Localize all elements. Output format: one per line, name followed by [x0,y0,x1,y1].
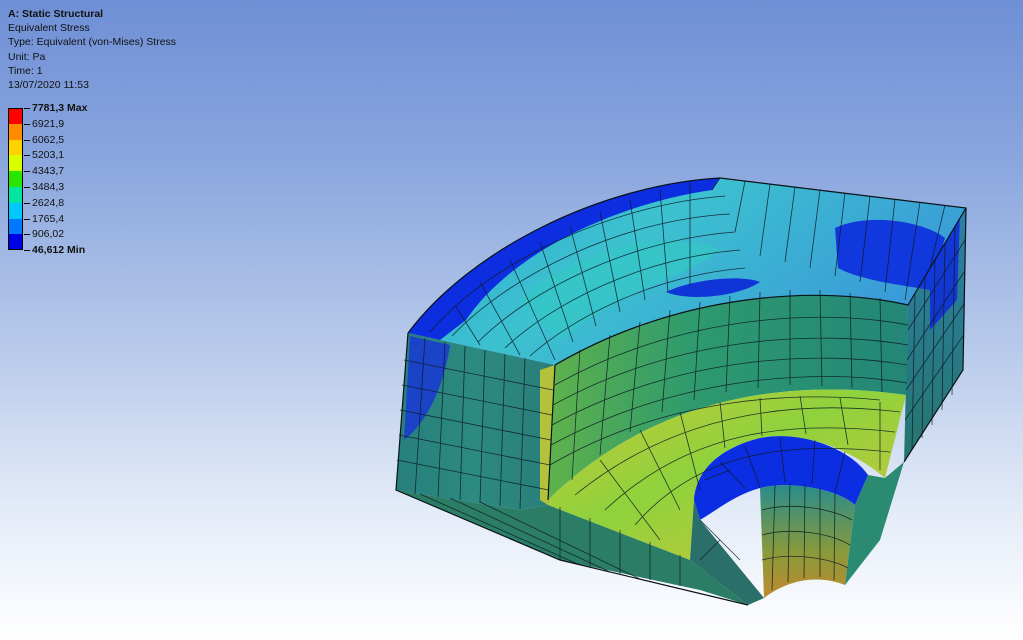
legend-tick [24,250,30,252]
legend-label: 6062,5 [32,133,65,146]
legend-tick [24,155,30,157]
legend-swatch [8,155,23,172]
legend-max-label: 7781,3 Max [32,102,88,114]
result-time: Time: 1 [8,64,43,77]
legend-tick [24,108,30,109]
legend-swatch [8,108,23,124]
legend-swatch [8,171,23,187]
legend-min-label: 46,612 Min [32,244,86,257]
result-unit: Unit: Pa [8,50,46,63]
result-date: 13/07/2020 11:53 [8,79,89,92]
legend-label: 5203,1 [32,149,65,162]
legend-swatch [8,202,23,219]
legend-label: 1765,4 [32,212,65,225]
result-type: Type: Equivalent (von-Mises) Stress [8,36,177,49]
legend-tick [24,202,30,204]
legend-tick [24,186,30,188]
legend-tick [24,234,30,236]
result-name: Equivalent Stress [8,22,90,35]
legend-swatch [8,123,23,140]
fea-model[interactable] [395,177,967,606]
legend-label: 6921,9 [32,117,65,130]
result-header: A: Static Structural Equivalent Stress T… [8,7,176,92]
model-viewport[interactable] [0,0,1023,640]
legend-tick [24,171,30,173]
legend-swatch [8,234,23,251]
legend-label: 3484,3 [32,180,65,193]
legend-swatch [8,139,23,156]
legend-tick [24,123,30,125]
legend-tick [24,139,30,141]
legend-tick [24,218,30,220]
legend-label: 906,02 [32,228,65,241]
legend-label: 4343,7 [32,165,65,178]
legend-swatch [8,186,23,203]
legend-swatch [8,218,23,235]
analysis-title: A: Static Structural [8,8,104,20]
legend-label: 2624,8 [32,196,65,209]
